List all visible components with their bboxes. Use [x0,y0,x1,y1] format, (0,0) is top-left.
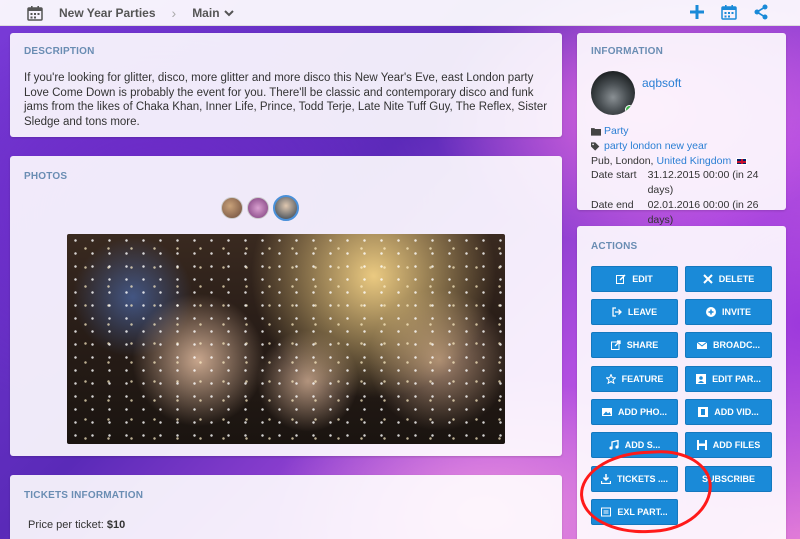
top-bar: New Year Parties › Main [0,0,800,26]
share-button-label: SHARE [626,340,659,350]
chevron-down-icon [223,9,234,16]
add-videos-button-label: ADD VID... [714,407,759,417]
subscribe-button[interactable]: SUBSCRIBE [685,466,772,492]
delete-button-label: DELETE [718,274,755,284]
tags-link[interactable]: party london new year [604,139,707,154]
online-status-icon [625,105,634,114]
information-card: INFORMATION aqbsoft Party party london n… [577,33,786,226]
country-link[interactable]: United Kingdom [656,154,731,169]
star-icon [605,374,616,384]
photo-thumbnails [221,195,299,221]
date-start-label: Date start [591,169,637,181]
add-videos-button[interactable]: ADD VID... [685,399,772,425]
download-icon [600,474,611,484]
username-link[interactable]: aqbsoft [642,76,681,90]
description-text: If you're looking for glitter, disco, mo… [24,72,548,128]
event-photo[interactable] [67,234,505,444]
information-title: INFORMATION [591,46,664,57]
add-photos-button[interactable]: ADD PHO... [591,399,678,425]
tags-icon [591,142,600,151]
add-sounds-button-label: ADD S... [624,440,661,450]
ticket-price-value: $10 [106,519,126,531]
folder-icon [591,128,601,136]
uk-flag-icon [736,158,748,165]
main-dropdown[interactable]: Main [192,5,234,20]
save-icon [696,440,707,450]
edit-button[interactable]: EDIT [591,266,678,292]
feature-button[interactable]: FEATURE [591,366,678,392]
photos-card: PHOTOS [10,156,562,456]
edit-icon [616,274,626,284]
export-participants-button-label: EXL PART... [617,507,668,517]
event-dates: Date start 31.12.2015 00:00 (in 24 days)… [591,168,786,228]
share-icon[interactable] [752,3,770,21]
event-title[interactable]: New Year Parties [59,6,156,20]
photo-thumbnail[interactable] [221,197,243,219]
list-alt-icon [601,507,612,517]
export-participants-button[interactable]: EXL PART... [591,499,678,525]
film-icon [698,407,709,417]
tickets-card: TICKETS INFORMATION Price per ticket: $1… [10,475,562,539]
add-icon[interactable] [688,3,706,21]
location-prefix: Pub, London, [591,155,654,167]
main-dropdown-label: Main [192,5,220,20]
description-title: DESCRIPTION [24,46,95,57]
subscribe-button-label: SUBSCRIBE [701,474,755,484]
image-icon [601,408,612,416]
actions-title: ACTIONS [591,241,638,252]
calendar-icon [27,5,43,21]
broadcast-button[interactable]: BROADC... [685,332,772,358]
broadcast-button-label: BROADC... [713,340,760,350]
photos-title: PHOTOS [24,171,68,182]
edit-participants-button-label: EDIT PAR... [712,374,761,384]
tickets-button-label: TICKETS .... [616,474,668,484]
add-photos-button-label: ADD PHO... [617,407,667,417]
tickets-title: TICKETS INFORMATION [24,490,144,501]
ticket-price: Price per ticket: $10 [28,519,125,531]
event-meta: Party party london new year Pub, London,… [591,124,748,169]
close-icon [703,274,713,284]
plus-circle-icon [705,307,716,317]
edit-participants-button[interactable]: EDIT PAR... [685,366,772,392]
description-card: DESCRIPTION If you're looking for glitte… [10,33,562,137]
photo-thumbnail[interactable] [247,197,269,219]
sign-out-icon [612,307,622,317]
leave-button[interactable]: LEAVE [591,299,678,325]
add-sounds-button[interactable]: ADD S... [591,432,678,458]
feature-button-label: FEATURE [621,374,664,384]
delete-button[interactable]: DELETE [685,266,772,292]
envelope-icon [697,341,707,349]
music-icon [609,440,619,450]
date-start-value: 31.12.2015 00:00 (in 24 days) [647,169,759,196]
breadcrumb-separator: › [171,4,177,21]
avatar[interactable] [591,71,635,115]
category-link[interactable]: Party [604,124,629,139]
ticket-price-label: Price per ticket: [28,519,104,531]
invite-button[interactable]: INVITE [685,299,772,325]
date-end-value: 02.01.2016 00:00 (in 26 days) [647,199,759,226]
share-square-icon [610,340,621,350]
tickets-button[interactable]: TICKETS .... [591,466,678,492]
actions-card: ACTIONS EDIT DELETE LEAVE INVITE SHARE B… [577,226,786,539]
add-files-button[interactable]: ADD FILES [685,432,772,458]
users-icon [696,374,707,384]
leave-button-label: LEAVE [627,307,658,317]
calendar-add-icon[interactable] [720,3,738,21]
edit-button-label: EDIT [632,274,653,284]
date-end-label: Date end [591,199,634,211]
invite-button-label: INVITE [721,307,751,317]
add-files-button-label: ADD FILES [712,440,761,450]
confetti-overlay [67,234,505,444]
share-button[interactable]: SHARE [591,332,678,358]
photo-thumbnail-active[interactable] [273,195,299,221]
